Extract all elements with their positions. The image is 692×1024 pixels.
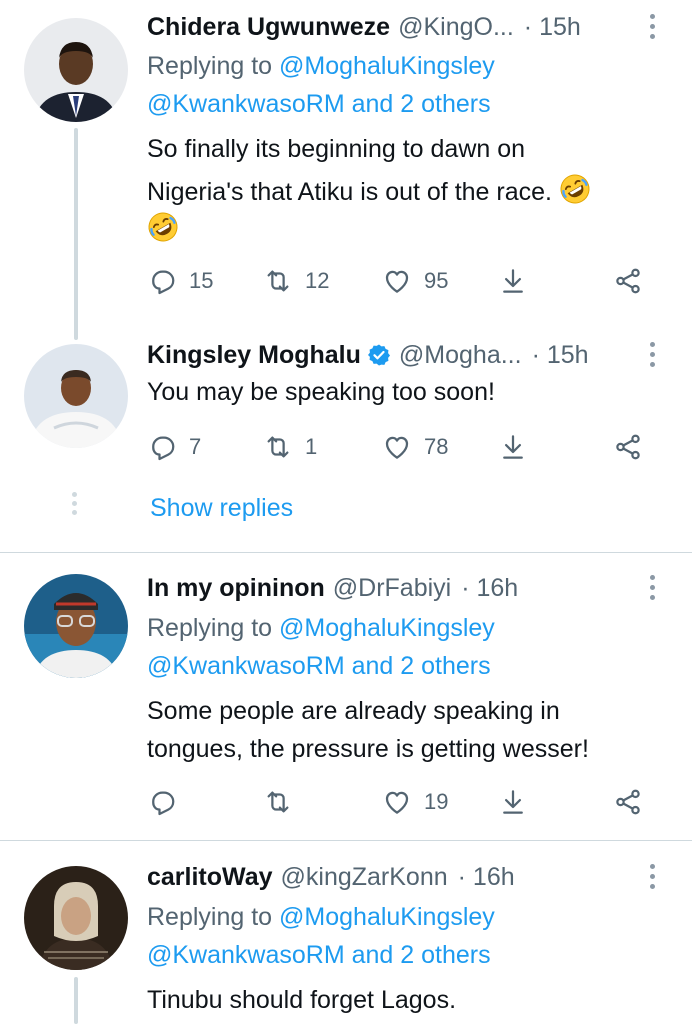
more-icon[interactable]	[642, 573, 662, 603]
tweet-text: Nigeria's that Atiku is out of the race.	[147, 178, 552, 206]
tweet-carlitoway[interactable]: carlitoWay @kingZarKonn · 16h Replying t…	[0, 841, 692, 1024]
download-button[interactable]	[498, 432, 528, 462]
reply-count: 7	[189, 434, 202, 459]
tweet-header: Chidera Ugwunweze @KingO... · 15h	[147, 10, 652, 44]
share-button[interactable]	[613, 266, 643, 296]
replying-to-label: Replying to	[147, 52, 280, 80]
thread-line	[74, 977, 78, 1024]
mention-link[interactable]: @MoghaluKingsley	[279, 52, 495, 80]
show-replies-link[interactable]: Show replies	[150, 494, 293, 523]
timestamp[interactable]: · 15h	[532, 341, 589, 370]
verified-badge-icon	[367, 343, 391, 367]
tweet-text-line: So finally its beginning to dawn on	[147, 135, 526, 163]
username[interactable]: @kingZarKonn	[281, 863, 448, 892]
replying-to: Replying to @MoghaluKingsley	[147, 614, 495, 643]
heart-icon	[382, 432, 412, 462]
retweet-icon	[263, 787, 293, 817]
replying-to-label: Replying to	[147, 614, 280, 642]
reply-icon	[147, 787, 177, 817]
download-button[interactable]	[498, 787, 528, 817]
reply-button[interactable]: 7	[147, 432, 201, 462]
username[interactable]: @Mogha...	[399, 341, 522, 370]
reply-button[interactable]: 15	[147, 266, 213, 296]
tweet-chidera[interactable]: Chidera Ugwunweze @KingO... · 15h Replyi…	[0, 0, 692, 340]
timestamp[interactable]: · 15h	[524, 13, 581, 42]
download-icon	[498, 787, 528, 817]
reply-count: 15	[189, 268, 214, 293]
like-count: 78	[424, 434, 449, 459]
share-button[interactable]	[613, 432, 643, 462]
tweet-kingsley[interactable]: Kingsley Moghalu @Mogha... · 15h You may…	[0, 330, 692, 552]
mention-others-link[interactable]: @KwankwasoRM and 2 others	[147, 652, 491, 681]
mention-link[interactable]: @MoghaluKingsley	[279, 614, 495, 642]
retweet-button[interactable]: 12	[263, 266, 329, 296]
display-name[interactable]: Kingsley Moghalu	[147, 341, 361, 370]
download-button[interactable]	[498, 266, 528, 296]
retweet-button[interactable]: 1	[263, 432, 317, 462]
tweet-actions: 7 1 78	[147, 432, 657, 468]
retweet-count: 1	[305, 434, 318, 459]
display-name[interactable]: carlitoWay	[147, 863, 273, 892]
share-icon	[613, 266, 643, 296]
avatar[interactable]	[24, 866, 128, 970]
replying-to: Replying to @MoghaluKingsley	[147, 52, 495, 81]
download-icon	[498, 266, 528, 296]
retweet-count: 12	[305, 268, 330, 293]
tweet-drfabiyi[interactable]: In my opininon @DrFabiyi · 16h Replying …	[0, 553, 692, 840]
avatar[interactable]	[24, 344, 128, 448]
mention-link[interactable]: @MoghaluKingsley	[279, 903, 495, 931]
more-icon[interactable]	[642, 862, 662, 892]
username[interactable]: @DrFabiyi	[333, 574, 451, 603]
share-button[interactable]	[613, 787, 643, 817]
timestamp[interactable]: · 16h	[458, 863, 515, 892]
thread-dots	[72, 492, 78, 520]
avatar[interactable]	[24, 18, 128, 122]
display-name[interactable]: Chidera Ugwunweze	[147, 13, 390, 42]
username[interactable]: @KingO...	[398, 13, 514, 42]
retweet-button[interactable]	[263, 787, 293, 817]
retweet-icon	[263, 266, 293, 296]
tweet-text-line: Some people are already speaking in	[147, 697, 560, 725]
tweet-text-line-2: Nigeria's that Atiku is out of the race.	[147, 173, 591, 207]
display-name[interactable]: In my opininon	[147, 574, 325, 603]
heart-icon	[382, 266, 412, 296]
tweet-header: carlitoWay @kingZarKonn · 16h	[147, 860, 652, 894]
tweet-text-line-2: tongues, the pressure is getting wesser!	[147, 735, 589, 763]
like-count: 19	[424, 789, 449, 814]
like-button[interactable]: 95	[382, 266, 448, 296]
like-count: 95	[424, 268, 449, 293]
tweet-text-line: Tinubu should forget Lagos.	[147, 986, 457, 1014]
rofl-emoji-icon	[147, 211, 179, 243]
share-icon	[613, 432, 643, 462]
more-icon[interactable]	[642, 12, 662, 42]
mention-others-link[interactable]: @KwankwasoRM and 2 others	[147, 90, 491, 119]
timestamp[interactable]: · 16h	[461, 574, 518, 603]
share-icon	[613, 787, 643, 817]
reply-icon	[147, 432, 177, 462]
thread-line	[74, 128, 78, 340]
reply-button[interactable]	[147, 787, 177, 817]
tweet-header: In my opininon @DrFabiyi · 16h	[147, 571, 652, 605]
reply-icon	[147, 266, 177, 296]
avatar[interactable]	[24, 574, 128, 678]
tweet-text-line-3	[147, 211, 179, 245]
mention-others-link[interactable]: @KwankwasoRM and 2 others	[147, 941, 491, 970]
replying-to: Replying to @MoghaluKingsley	[147, 903, 495, 932]
retweet-icon	[263, 432, 293, 462]
like-button[interactable]: 78	[382, 432, 448, 462]
tweet-actions: 19	[147, 787, 657, 823]
more-icon[interactable]	[642, 340, 662, 370]
heart-icon	[382, 787, 412, 817]
tweet-header: Kingsley Moghalu @Mogha... · 15h	[147, 338, 652, 372]
tweet-actions: 15 12 95	[147, 266, 657, 302]
tweet-text-line: You may be speaking too soon!	[147, 378, 495, 406]
rofl-emoji-icon	[559, 173, 591, 205]
like-button[interactable]: 19	[382, 787, 448, 817]
download-icon	[498, 432, 528, 462]
replying-to-label: Replying to	[147, 903, 280, 931]
